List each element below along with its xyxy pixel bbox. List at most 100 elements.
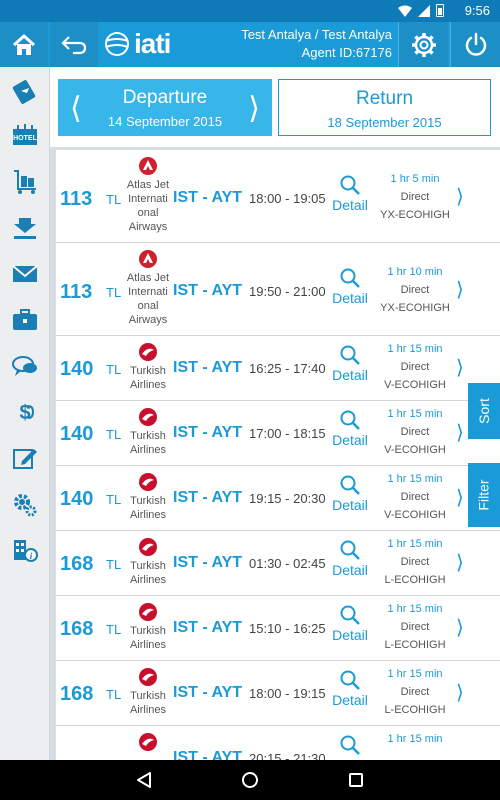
sidebar-item-company-info[interactable]: i: [0, 527, 50, 573]
flight-info: 1 hr 15 min Direct L-ECOHIGH: [378, 665, 452, 719]
airline-info: Atlas Jet Internati onal Airways: [124, 156, 172, 234]
sidebar-item-download[interactable]: [0, 205, 50, 251]
airline-info: Turkish Airlines: [124, 602, 172, 652]
detail-button[interactable]: Detail: [330, 267, 370, 306]
flight-info: 1 hr 15 min Direct V-ECOHIGH: [378, 340, 452, 394]
sort-tab[interactable]: Sort: [468, 383, 500, 439]
magnifier-icon: [340, 475, 360, 495]
nav-recents-button[interactable]: [344, 768, 368, 792]
next-day-chevron-icon[interactable]: ⟩: [248, 91, 260, 126]
agent-id: Agent ID:67176: [301, 45, 392, 60]
detail-button[interactable]: Detail: [330, 474, 370, 513]
fare-class: V-ECOHIGH: [384, 444, 446, 456]
detail-label: Detail: [332, 497, 368, 513]
flight-info: 1 hr 15 min Direct L-ECOHIGH: [378, 600, 452, 654]
airline-info: Turkish Airlines: [124, 472, 172, 522]
sidebar-item-chat[interactable]: [0, 343, 50, 389]
nav-home-button[interactable]: [238, 768, 262, 792]
flight-row[interactable]: 140 TL Turkish Airlines IST - AYT 16:25 …: [56, 336, 500, 401]
signal-icon: [418, 4, 430, 17]
back-arrow-icon: [61, 35, 87, 54]
detail-button[interactable]: [330, 734, 370, 757]
flight-route: IST - AYT: [173, 189, 243, 206]
previous-day-chevron-icon[interactable]: ⟨: [70, 91, 82, 126]
detail-button[interactable]: Detail: [330, 344, 370, 383]
svg-text:HOTEL: HOTEL: [13, 135, 37, 142]
turkish-airlines-logo-icon: [139, 408, 157, 426]
turkish-airlines-logo-icon: [139, 603, 157, 621]
sidebar-item-settings[interactable]: [0, 481, 50, 527]
back-triangle-icon: [137, 772, 151, 788]
fare-price: 140: [60, 358, 94, 380]
airline-name-line: Airlines: [129, 639, 167, 651]
flight-row[interactable]: 113 TL Atlas Jet Internati onal Airways …: [56, 150, 500, 243]
detail-button[interactable]: Detail: [330, 604, 370, 643]
sidebar-item-messages[interactable]: [0, 251, 50, 297]
airline-name-line: Turkish: [130, 625, 166, 637]
chevron-right-icon: ⟩: [456, 422, 464, 444]
sidebar-item-business[interactable]: [0, 297, 50, 343]
tab-return[interactable]: Return 18 September 2015: [278, 79, 491, 136]
fare-currency: TL: [106, 622, 122, 637]
flight-route: IST - AYT: [173, 619, 243, 636]
sidebar-item-baggage[interactable]: [0, 159, 50, 205]
sidebar-item-currency[interactable]: $: [0, 389, 50, 435]
settings-button[interactable]: [398, 22, 448, 67]
airline-name-line: Turkish: [130, 430, 166, 442]
detail-button[interactable]: Detail: [330, 539, 370, 578]
date-tabs: Departure 14 September 2015 ⟨ ⟩ Return 1…: [50, 67, 500, 147]
chevron-right-icon: ⟩: [456, 279, 464, 301]
flight-row[interactable]: 168 TL Turkish Airlines IST - AYT 18:00 …: [56, 661, 500, 726]
flight-stops: Direct: [400, 361, 430, 373]
detail-label: Detail: [332, 432, 368, 448]
flight-stops: Direct: [400, 621, 430, 633]
flight-route: IST - AYT: [173, 749, 243, 760]
sidebar-item-flights[interactable]: [0, 67, 50, 113]
sidebar-item-notes[interactable]: [0, 435, 50, 481]
chevron-right-icon: ⟩: [456, 357, 464, 379]
flight-times: 18:00 - 19:05: [249, 191, 326, 206]
flight-times: 20:15 - 21:30: [249, 751, 326, 760]
flight-row[interactable]: IST - AYT 20:15 - 21:30 1 hr 15 min: [56, 726, 500, 760]
flight-info: 1 hr 15 min Direct V-ECOHIGH: [378, 470, 452, 524]
flight-row[interactable]: 168 TL Turkish Airlines IST - AYT 01:30 …: [56, 531, 500, 596]
detail-label: Detail: [332, 290, 368, 306]
sidebar-item-hotel[interactable]: HOTEL: [0, 113, 50, 159]
magnifier-icon: [340, 670, 360, 690]
nav-back-button[interactable]: [132, 768, 156, 792]
flight-row[interactable]: 113 TL Atlas Jet Internati onal Airways …: [56, 243, 500, 336]
fare-currency: TL: [106, 492, 122, 507]
flight-row[interactable]: 168 TL Turkish Airlines IST - AYT 15:10 …: [56, 596, 500, 661]
tab-departure[interactable]: Departure 14 September 2015 ⟨ ⟩: [58, 79, 272, 136]
logout-button[interactable]: [450, 22, 500, 67]
fare-currency: TL: [106, 687, 122, 702]
mail-icon: [12, 265, 38, 282]
fare-price: 168: [60, 553, 94, 575]
recents-square-icon: [349, 773, 363, 787]
flight-row[interactable]: 140 TL Turkish Airlines IST - AYT 17:00 …: [56, 401, 500, 466]
flight-times: 19:50 - 21:00: [249, 284, 326, 299]
fare-class: L-ECOHIGH: [384, 639, 446, 651]
detail-button[interactable]: Detail: [330, 409, 370, 448]
chevron-right-icon: ⟩: [456, 186, 464, 208]
download-icon: [14, 218, 36, 239]
navigation-bar: [0, 760, 500, 800]
detail-button[interactable]: Detail: [330, 174, 370, 213]
flight-route: IST - AYT: [173, 684, 243, 701]
detail-button[interactable]: Detail: [330, 669, 370, 708]
back-button[interactable]: [50, 22, 98, 67]
flight-row[interactable]: 140 TL Turkish Airlines IST - AYT 19:15 …: [56, 466, 500, 531]
airline-name-line: Turkish: [130, 365, 166, 377]
fare-currency: TL: [106, 285, 122, 300]
flight-duration: 1 hr 15 min: [387, 538, 443, 550]
return-date: 18 September 2015: [327, 115, 442, 130]
flight-ticket-icon: [12, 80, 36, 104]
airline-name-line: Atlas Jet: [126, 272, 170, 284]
airline-name-line: Airlines: [129, 574, 167, 586]
flight-stops: Direct: [400, 556, 430, 568]
home-button[interactable]: [0, 22, 48, 67]
filter-tab[interactable]: Filter: [468, 463, 500, 527]
detail-label: Detail: [332, 692, 368, 708]
magnifier-icon: [340, 268, 360, 288]
chevron-right-icon: ⟩: [456, 487, 464, 509]
